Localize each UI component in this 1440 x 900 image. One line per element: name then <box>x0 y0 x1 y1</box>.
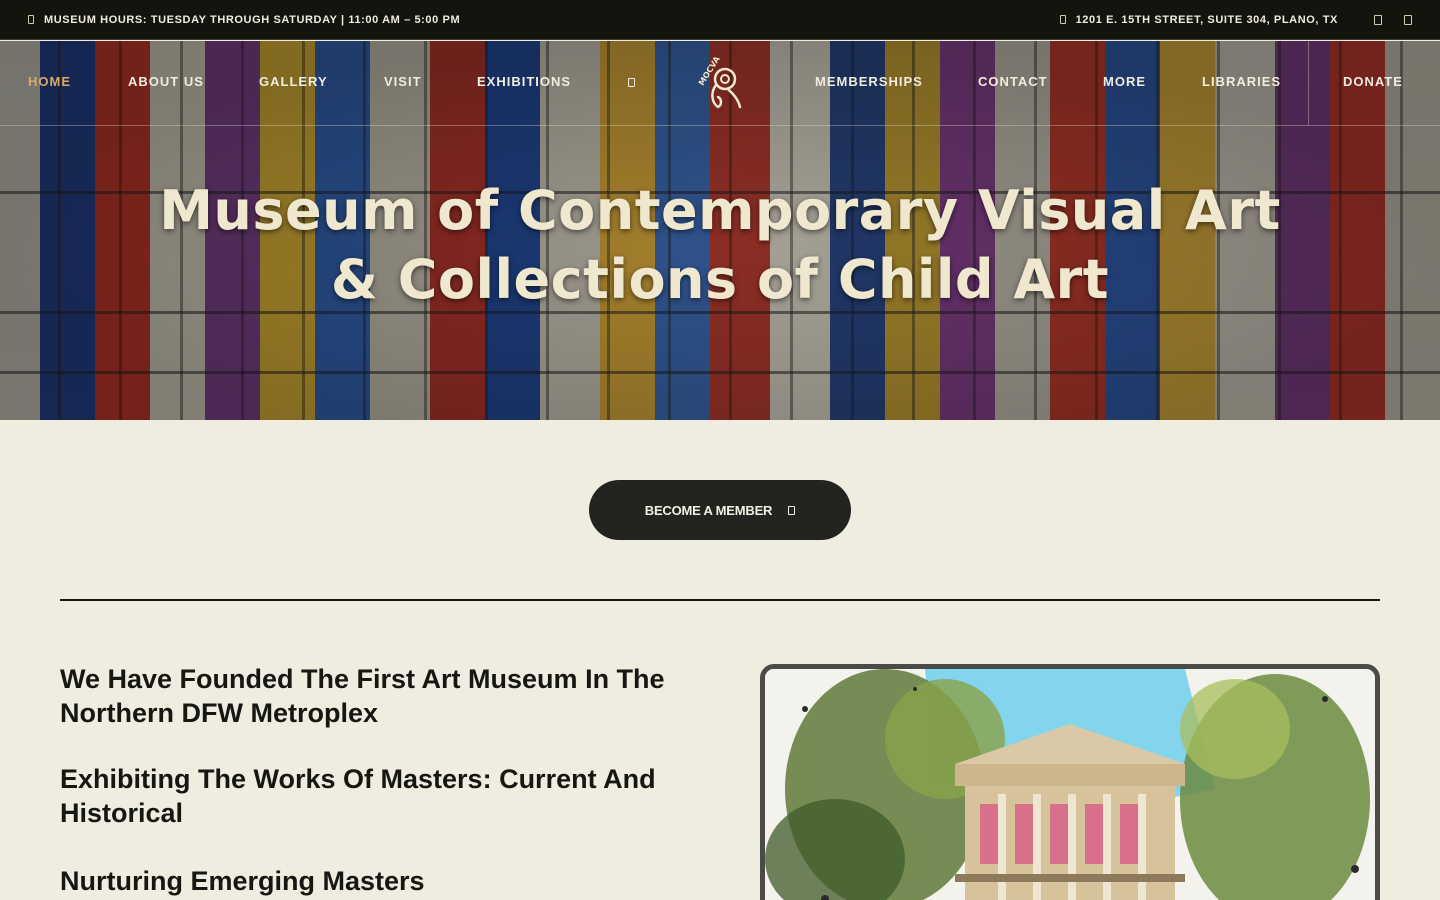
top-info-bar: MUSEUM HOURS: TUESDAY THROUGH SATURDAY |… <box>0 0 1440 40</box>
nav-exhibitions[interactable]: EXHIBITIONS <box>477 74 571 89</box>
museum-building-image <box>760 664 1380 900</box>
clock-icon <box>28 15 34 24</box>
arrow-right-icon <box>788 505 796 515</box>
hero-title: Museum of Contemporary Visual Art & Coll… <box>0 176 1440 314</box>
section-divider <box>60 599 1380 601</box>
headline-exhibiting: Exhibiting The Works Of Masters: Current… <box>60 764 656 828</box>
facebook-icon[interactable] <box>1374 14 1382 25</box>
map-pin-icon <box>1059 15 1066 24</box>
instagram-icon[interactable] <box>1404 14 1412 25</box>
nav-more[interactable]: MORE <box>1103 74 1146 89</box>
main-nav: HOME ABOUT US GALLERY VISIT EXHIBITIONS … <box>0 41 1440 126</box>
nav-divider <box>1308 41 1309 125</box>
nav-home[interactable]: HOME <box>28 74 71 89</box>
museum-address[interactable]: 1201 E. 15TH STREET, SUITE 304, PLANO, T… <box>1076 14 1338 26</box>
hours-group: MUSEUM HOURS: TUESDAY THROUGH SATURDAY |… <box>28 14 460 26</box>
become-member-label: BECOME A MEMBER <box>644 502 773 518</box>
hero-title-line-1: Museum of Contemporary Visual Art <box>159 179 1281 242</box>
social-links <box>1374 14 1412 25</box>
headline-nurturing: Nurturing Emerging Masters <box>60 866 425 896</box>
nav-contact[interactable]: CONTACT <box>978 74 1048 89</box>
hero-title-line-2: & Collections of Child Art <box>330 248 1110 311</box>
become-member-button[interactable]: BECOME A MEMBER <box>589 480 851 540</box>
nav-about-us[interactable]: ABOUT US <box>128 74 204 89</box>
mocva-logo[interactable]: MOCVA <box>696 55 750 115</box>
nav-gallery[interactable]: GALLERY <box>259 74 328 89</box>
museum-illustration <box>765 669 1375 900</box>
headline-founded: We Have Founded The First Art Museum In … <box>60 664 665 728</box>
nav-memberships[interactable]: MEMBERSHIPS <box>815 74 923 89</box>
nav-visit[interactable]: VISIT <box>384 74 422 89</box>
nav-donate[interactable]: DONATE <box>1343 74 1403 89</box>
nav-libraries[interactable]: LIBRARIES <box>1202 74 1281 89</box>
chevron-down-icon[interactable] <box>628 78 635 87</box>
address-group: 1201 E. 15TH STREET, SUITE 304, PLANO, T… <box>1059 14 1412 26</box>
museum-hours: MUSEUM HOURS: TUESDAY THROUGH SATURDAY |… <box>44 13 461 26</box>
